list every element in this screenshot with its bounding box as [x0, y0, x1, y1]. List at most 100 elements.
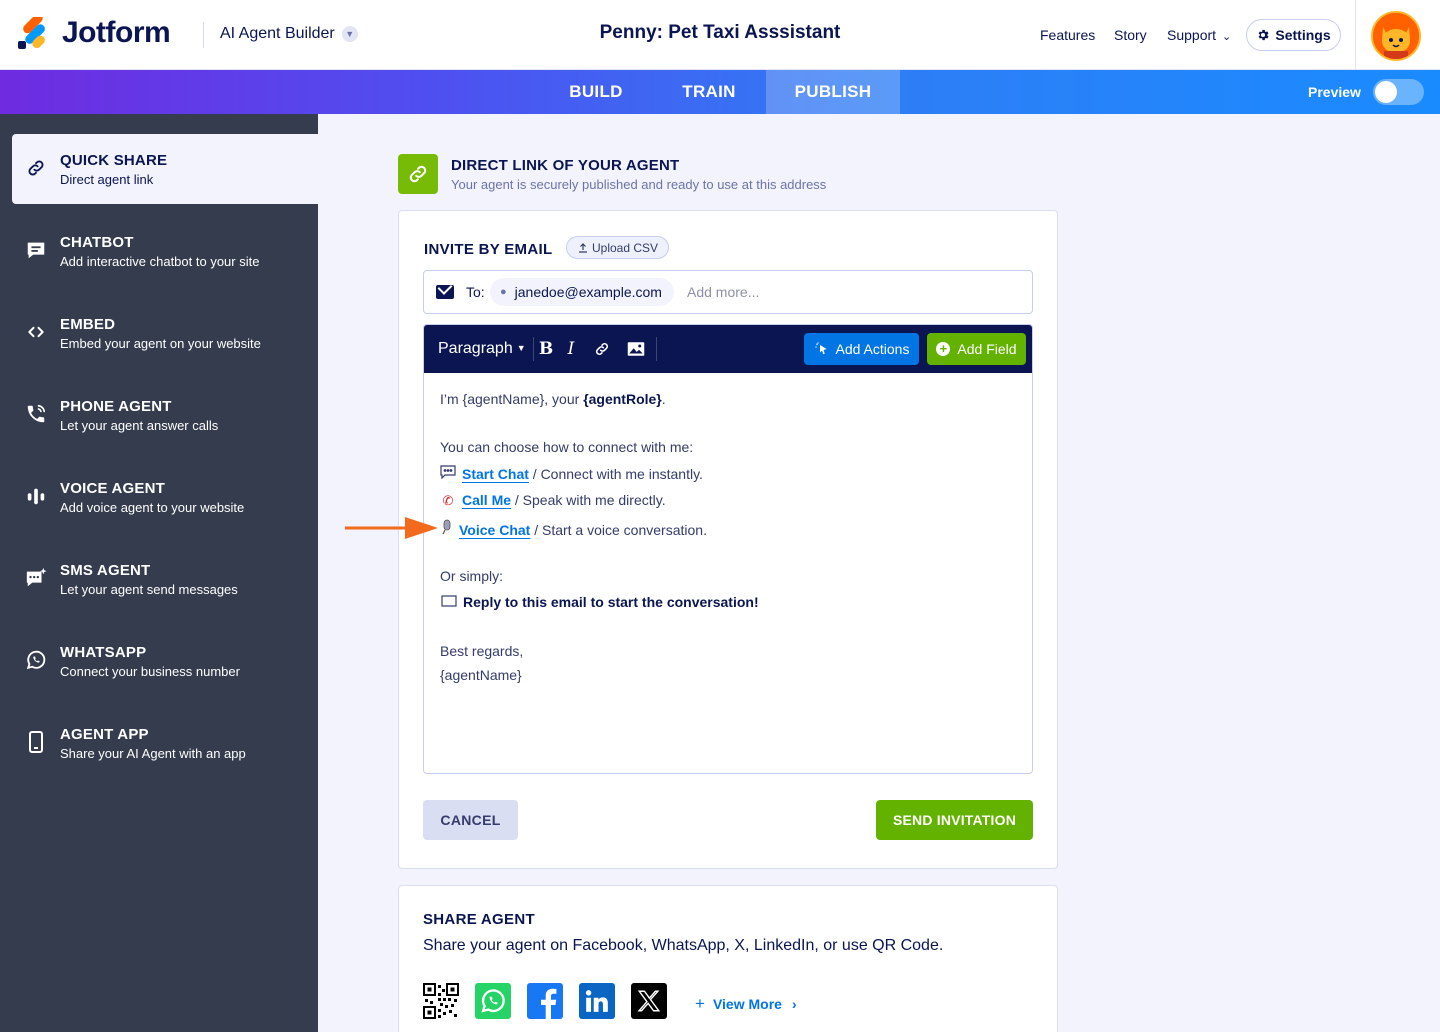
gear-icon: [1259, 29, 1269, 41]
telephone-icon: ✆: [442, 493, 454, 508]
settings-button[interactable]: Settings: [1246, 19, 1341, 51]
sidebar-item-title: CHATBOT: [60, 234, 134, 251]
section-subtitle: Your agent is securely published and rea…: [451, 177, 827, 192]
call-me-text: / Speak with me directly.: [511, 492, 666, 508]
sidebar-item-title: VOICE AGENT: [60, 480, 165, 497]
sidebar-item-phone-agent[interactable]: PHONE AGENT Let your agent answer calls: [12, 380, 318, 450]
upload-csv-label: Upload CSV: [592, 240, 659, 255]
cat-avatar-icon: [1373, 13, 1419, 59]
email-body-editor[interactable]: Paragraph ▼ B I Add Actions + Add Field I…: [423, 324, 1033, 774]
preview-toggle[interactable]: [1373, 79, 1424, 105]
italic-button[interactable]: I: [559, 337, 583, 361]
or-simply-line: Or simply:: [440, 568, 503, 584]
tab-build[interactable]: BUILD: [541, 70, 651, 114]
sidebar-item-title: WHATSAPP: [60, 644, 147, 661]
voice-bars-icon: [24, 484, 48, 508]
intro-suffix: .: [661, 391, 666, 407]
recipient-chip[interactable]: ● janedoe@example.com: [490, 278, 674, 306]
recipients-field[interactable]: To: ● janedoe@example.com Add more...: [423, 270, 1033, 314]
top-header: Jotform AI Agent Builder ▼ Penny: Pet Ta…: [0, 0, 1440, 70]
toolbar-divider: [656, 337, 657, 361]
add-actions-button[interactable]: Add Actions: [804, 333, 919, 365]
agent-role-variable: {agentRole}: [583, 391, 662, 407]
header-divider: [203, 22, 204, 48]
call-me-link[interactable]: Call Me: [462, 492, 511, 508]
voice-chat-link[interactable]: Voice Chat: [459, 522, 530, 538]
speech-bubble-icon: [440, 465, 456, 482]
jotform-logo[interactable]: Jotform: [18, 13, 171, 50]
send-invitation-button[interactable]: SEND INVITATION: [876, 800, 1033, 840]
intro-line: I’m {agentName}, your {agentRole}.: [440, 391, 666, 407]
chat-bubble-icon: [24, 238, 48, 262]
bold-button[interactable]: B: [534, 337, 558, 361]
call-me-line: ✆ Call Me / Speak with me directly.: [440, 492, 666, 509]
sidebar-item-agent-app[interactable]: AGENT APP Share your AI Agent with an ap…: [12, 708, 318, 778]
image-icon: [627, 342, 645, 356]
nav-story[interactable]: Story: [1114, 27, 1147, 43]
cancel-button[interactable]: CANCEL: [423, 800, 518, 840]
nav-support-label: Support: [1167, 27, 1217, 43]
sms-icon: [24, 566, 48, 590]
signature-line: {agentName}: [440, 667, 522, 683]
sidebar-item-title: AGENT APP: [60, 726, 149, 743]
nav-features[interactable]: Features: [1040, 27, 1095, 43]
phone-icon: [24, 402, 48, 426]
tab-train[interactable]: TRAIN: [652, 70, 766, 114]
start-chat-link[interactable]: Start Chat: [462, 466, 529, 482]
header-divider: [1355, 0, 1356, 70]
upload-icon: [579, 242, 587, 253]
add-more-input[interactable]: Add more...: [687, 284, 759, 300]
linkedin-share-icon[interactable]: [579, 983, 615, 1019]
choose-line: You can choose how to connect with me:: [440, 439, 694, 455]
upload-csv-button[interactable]: Upload CSV: [566, 236, 670, 259]
sidebar-item-quick-share[interactable]: QUICK SHARE Direct agent link: [12, 134, 318, 204]
agent-title[interactable]: Penny: Pet Taxi Asssistant: [600, 22, 841, 43]
invite-title: INVITE BY EMAIL: [424, 241, 553, 258]
nav-support[interactable]: Support ⌄: [1167, 27, 1231, 43]
mobile-icon: [24, 730, 48, 754]
x-share-icon[interactable]: [631, 983, 667, 1019]
sidebar-item-title: PHONE AGENT: [60, 398, 172, 415]
sidebar-item-whatsapp[interactable]: WHATSAPP Connect your business number: [12, 626, 318, 696]
sparkle-cursor-icon: [814, 342, 827, 355]
envelope-icon: [436, 285, 454, 299]
tab-publish[interactable]: PUBLISH: [766, 70, 900, 114]
sidebar-item-voice-agent[interactable]: VOICE AGENT Add voice agent to your webs…: [12, 462, 318, 532]
jotform-logo-icon: [18, 13, 50, 49]
reply-line: Reply to this email to start the convers…: [440, 594, 759, 610]
invite-by-email-card: INVITE BY EMAIL Upload CSV To: ● janedoe…: [398, 210, 1058, 869]
product-name: AI Agent Builder: [220, 25, 335, 42]
paragraph-style-dropdown[interactable]: Paragraph ▼: [438, 340, 526, 358]
intro-prefix: I’m {agentName}, your: [440, 391, 584, 407]
link-icon: [24, 156, 48, 180]
add-field-button[interactable]: + Add Field: [927, 333, 1026, 365]
insert-image-button[interactable]: [624, 337, 648, 361]
view-more-link[interactable]: + View More ›: [695, 994, 797, 1014]
section-title: DIRECT LINK OF YOUR AGENT: [451, 157, 680, 174]
share-title: SHARE AGENT: [423, 911, 535, 928]
start-chat-text: / Connect with me instantly.: [528, 466, 703, 482]
sidebar-item-chatbot[interactable]: CHATBOT Add interactive chatbot to your …: [12, 216, 318, 286]
chevron-down-icon: ⌄: [1221, 31, 1232, 43]
sidebar-item-title: SMS AGENT: [60, 562, 151, 579]
plus-circle-icon: +: [936, 342, 951, 356]
user-avatar[interactable]: [1371, 11, 1421, 61]
builder-tab-bar: BUILD TRAIN PUBLISH Preview: [0, 70, 1440, 114]
whatsapp-share-icon[interactable]: [475, 983, 511, 1019]
envelope-outline-icon: [440, 595, 457, 610]
brand-name: Jotform: [62, 16, 171, 49]
qr-code-icon[interactable]: [423, 983, 459, 1019]
reply-instruction: Reply to this email to start the convers…: [463, 594, 759, 610]
settings-label: Settings: [1275, 27, 1331, 43]
plus-icon: +: [695, 994, 705, 1013]
facebook-share-icon[interactable]: [527, 983, 563, 1019]
recipient-email: janedoe@example.com: [514, 284, 662, 300]
chevron-down-icon: ▼: [341, 26, 358, 42]
insert-link-button[interactable]: [590, 337, 614, 361]
product-switcher[interactable]: AI Agent Builder ▼: [220, 25, 358, 43]
preview-label: Preview: [1308, 84, 1361, 100]
editor-toolbar: Paragraph ▼ B I Add Actions + Add Field: [424, 325, 1032, 373]
sidebar-item-sms-agent[interactable]: SMS AGENT Let your agent send messages: [12, 544, 318, 614]
sidebar-item-title: QUICK SHARE: [60, 152, 168, 169]
sidebar-item-embed[interactable]: EMBED Embed your agent on your website: [12, 298, 318, 368]
